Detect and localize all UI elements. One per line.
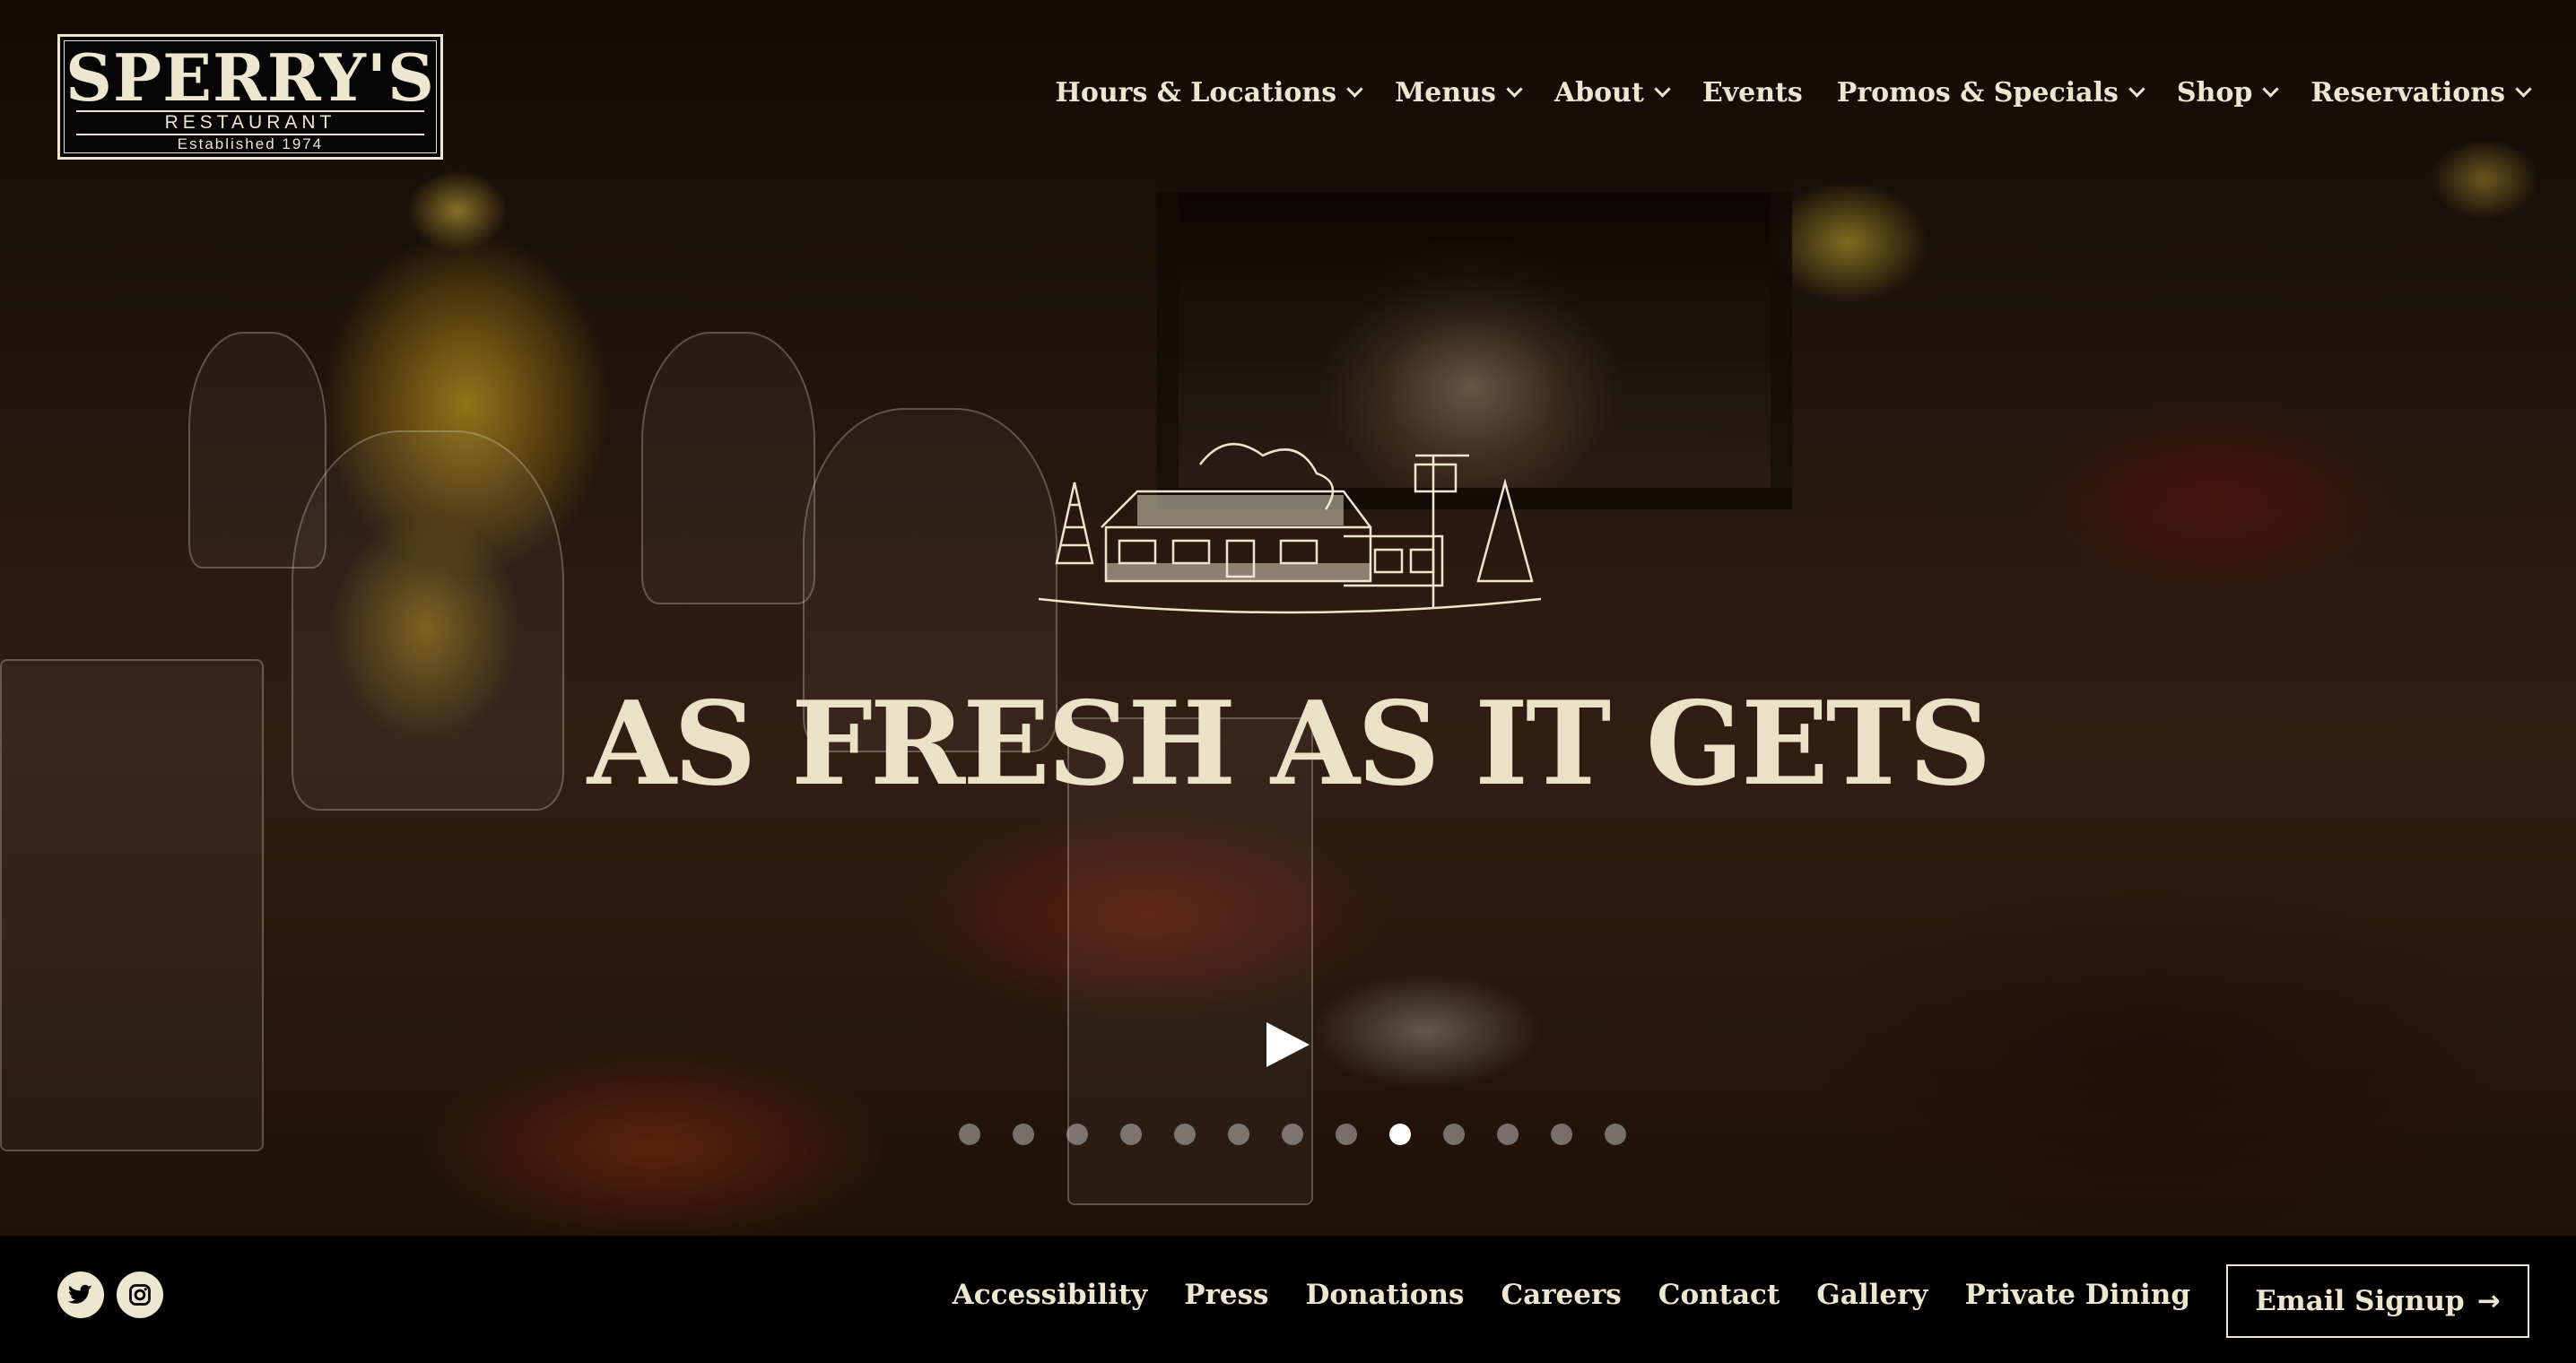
nav-label: Reservations [2311,77,2505,109]
slide-dot[interactable] [1336,1124,1357,1145]
slide-dot[interactable] [959,1124,980,1145]
nav-hours-locations[interactable]: Hours & Locations [1055,77,1363,109]
wine-glass [641,332,815,604]
footer-link-contact[interactable]: Contact [1658,1279,1780,1311]
nav-label: Events [1701,77,1803,109]
footer-bar: Accessibility Press Donations Careers Co… [0,1236,2576,1363]
slide-dot[interactable] [1013,1124,1034,1145]
footer-link-accessibility[interactable]: Accessibility [953,1279,1148,1311]
nav-reservations[interactable]: Reservations [2311,77,2532,109]
footer-links: Accessibility Press Donations Careers Co… [916,1279,2190,1311]
nav-label: Promos & Specials [1836,77,2119,109]
chevron-down-icon [2262,81,2280,98]
chevron-down-icon [1506,81,1523,98]
slide-dot[interactable] [1282,1124,1303,1145]
chevron-down-icon [2128,81,2145,98]
slide-dot[interactable] [1174,1124,1196,1145]
hero-headline: AS FRESH AS IT GETS [587,677,1992,812]
twitter-icon [68,1284,92,1304]
chevron-down-icon [2515,81,2532,98]
arrow-right-icon: → [2476,1285,2501,1317]
main-nav: Hours & Locations Menus About Events Pro… [1021,77,2532,109]
restaurant-sketch-illustration [1038,442,1542,614]
nav-label: Menus [1395,77,1496,109]
nav-promos-specials[interactable]: Promos & Specials [1836,77,2145,109]
site-logo[interactable]: SPERRY'S RESTAURANT Established 1974 [57,34,443,160]
logo-established: Established 1974 [177,135,324,152]
slide-dot[interactable] [1605,1124,1626,1145]
footer-link-private-dining[interactable]: Private Dining [1964,1279,2190,1311]
slide-dot[interactable] [1066,1124,1088,1145]
footer-link-gallery[interactable]: Gallery [1816,1279,1928,1311]
footer-link-donations[interactable]: Donations [1305,1279,1464,1311]
email-signup-label: Email Signup [2255,1285,2465,1317]
nav-menus[interactable]: Menus [1395,77,1523,109]
email-signup-button[interactable]: Email Signup → [2226,1264,2529,1338]
nav-about[interactable]: About [1553,77,1671,109]
instagram-icon [129,1284,151,1306]
slide-dot[interactable] [1551,1124,1572,1145]
logo-name: SPERRY'S [65,39,435,116]
slide-dot[interactable] [1120,1124,1142,1145]
nav-events[interactable]: Events [1702,77,1803,109]
chevron-down-icon [1654,81,1671,98]
twitter-link[interactable] [57,1272,104,1318]
slide-indicators [959,1124,1658,1145]
nav-label: Hours & Locations [1055,77,1337,109]
slide-dot-active[interactable] [1389,1124,1411,1145]
nav-shop[interactable]: Shop [2176,77,2280,109]
play-button[interactable] [1266,1022,1310,1067]
nav-label: Shop [2176,77,2253,109]
chevron-down-icon [1346,81,1363,98]
footer-link-careers[interactable]: Careers [1501,1279,1621,1311]
slide-dot[interactable] [1443,1124,1465,1145]
footer-link-press[interactable]: Press [1184,1279,1268,1311]
nav-label: About [1553,77,1644,109]
slide-dot[interactable] [1228,1124,1249,1145]
instagram-link[interactable] [117,1272,163,1318]
logo-subtitle: RESTAURANT [76,110,424,135]
slide-dot[interactable] [1497,1124,1519,1145]
wine-glass [188,332,326,569]
